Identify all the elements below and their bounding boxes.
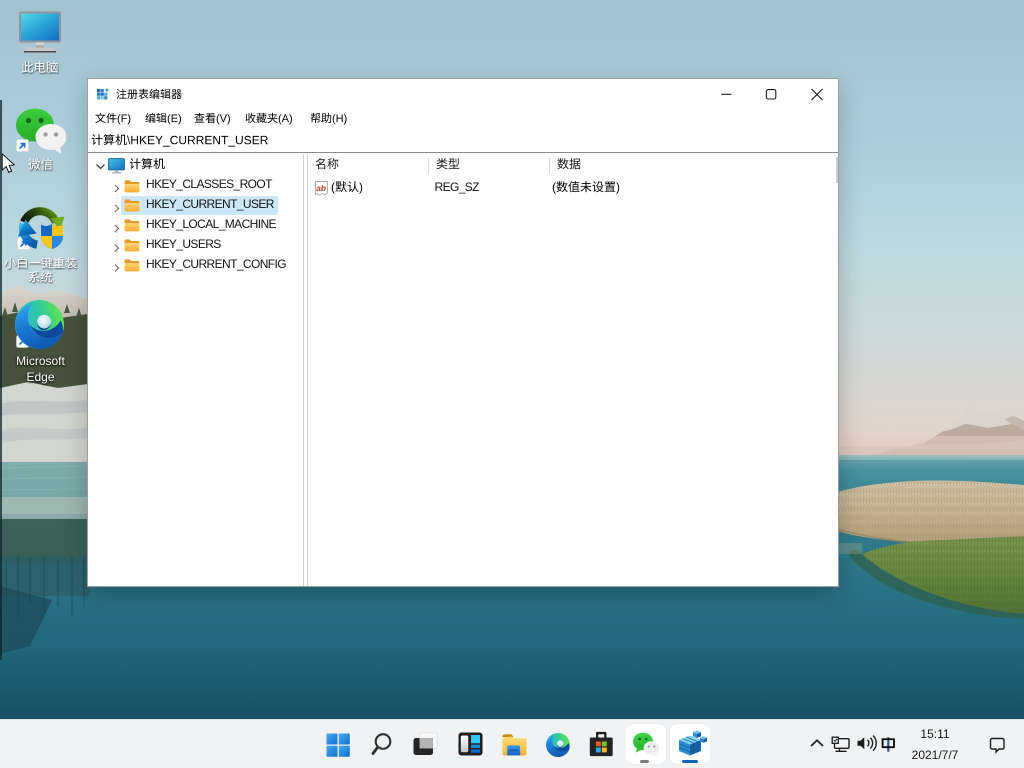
svg-text:ab: ab (316, 183, 326, 193)
